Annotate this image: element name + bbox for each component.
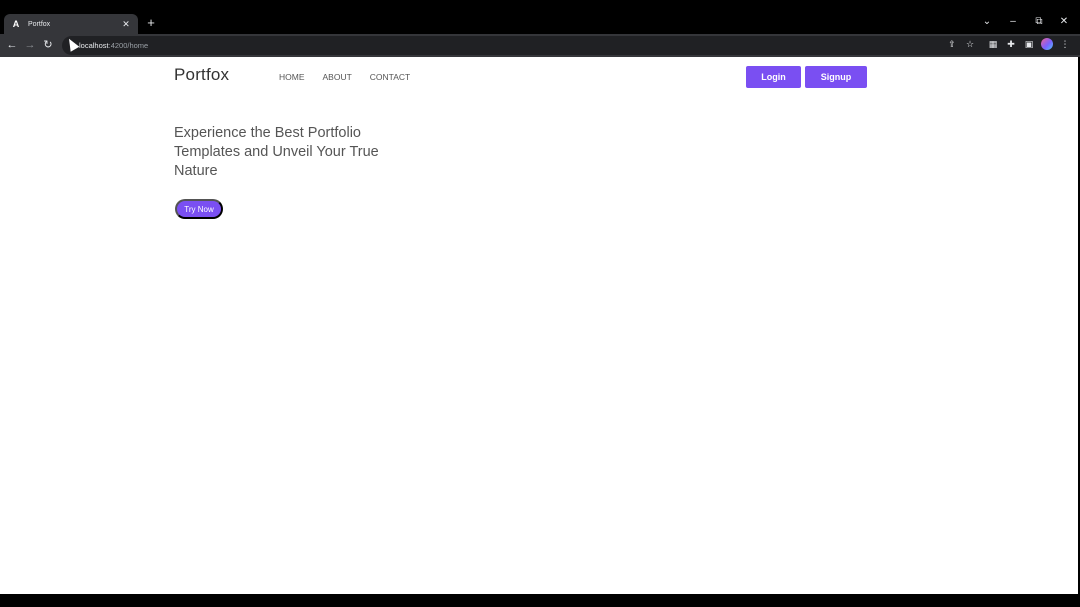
restore-icon[interactable]: ⧉ [1032,14,1046,30]
browser-window: A Portfox ✕ + ⌄ – ⧉ ✕ ← → ↻ localhost:42… [0,0,1080,607]
close-window-icon[interactable]: ✕ [1057,14,1071,30]
browser-menu-icon[interactable]: ⋮ [1058,37,1072,51]
hero-title: Experience the Best Portfolio Templates … [174,125,379,179]
tab-strip: A Portfox ✕ + ⌄ – ⧉ ✕ [0,0,1080,34]
bookmark-star-icon[interactable]: ☆ [963,37,977,51]
browser-toolbar: ← → ↻ localhost:4200/home ⇪ ☆ ▦ ✚ ▣ ⋮ [0,34,1080,57]
url-path: :4200/home [108,41,149,50]
new-tab-button[interactable]: + [145,15,157,31]
minimize-icon[interactable]: – [1006,14,1020,30]
try-now-button[interactable]: Try Now [175,199,223,219]
puzzle-icon[interactable]: ✚ [1004,37,1018,51]
profile-avatar[interactable] [1041,38,1053,50]
side-panel-icon[interactable]: ▣ [1022,37,1036,51]
nav-contact[interactable]: CONTACT [370,72,410,82]
nav-about[interactable]: ABOUT [323,72,352,82]
page-viewport: Portfox HOME ABOUT CONTACT Login Signup … [0,57,1078,594]
nav-home[interactable]: HOME [279,72,305,82]
tab-close-icon[interactable]: ✕ [120,19,132,30]
login-button[interactable]: Login [746,66,801,88]
url-host: localhost [79,41,109,50]
tab-title: Portfox [28,20,51,28]
forward-icon[interactable]: → [22,37,38,53]
address-bar[interactable]: localhost:4200/home [62,36,1080,55]
share-icon[interactable]: ⇪ [945,37,959,51]
signup-button[interactable]: Signup [805,66,867,88]
tab-portfox[interactable]: A Portfox ✕ [4,14,138,34]
url-text[interactable]: localhost:4200/home [79,36,148,55]
tab-search-chevron-icon[interactable]: ⌄ [980,14,994,30]
main-nav: HOME ABOUT CONTACT [279,72,428,82]
angular-favicon-icon: A [12,19,20,29]
reload-icon[interactable]: ↻ [40,37,56,53]
brand-logo[interactable]: Portfox [174,65,229,85]
back-icon[interactable]: ← [4,37,20,53]
extension-icon[interactable]: ▦ [986,37,1000,51]
